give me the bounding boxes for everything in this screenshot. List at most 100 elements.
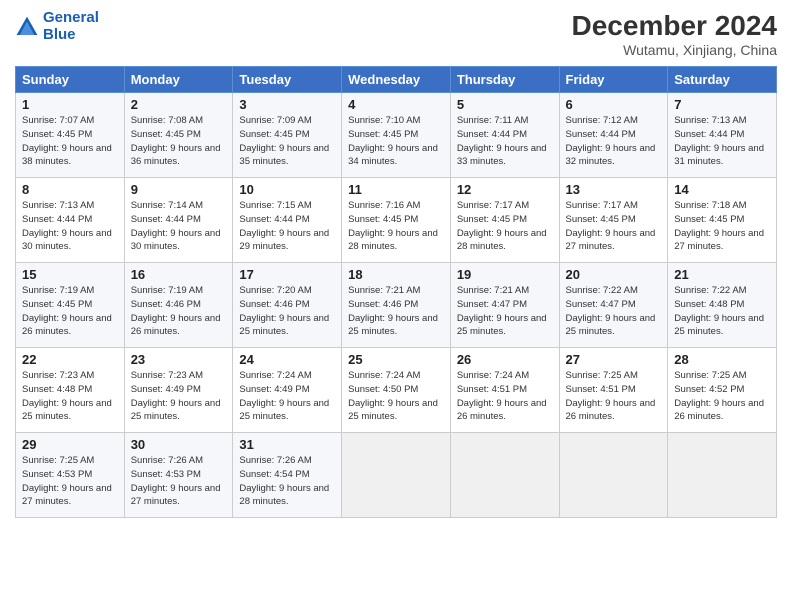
- day-detail: Sunrise: 7:11 AMSunset: 4:44 PMDaylight:…: [457, 114, 553, 169]
- calendar-cell: 18 Sunrise: 7:21 AMSunset: 4:46 PMDayligh…: [342, 263, 451, 348]
- calendar-table: SundayMondayTuesdayWednesdayThursdayFrid…: [15, 66, 777, 518]
- weekday-header: Sunday: [16, 67, 125, 93]
- header: General Blue December 2024 Wutamu, Xinji…: [15, 10, 777, 58]
- day-detail: Sunrise: 7:21 AMSunset: 4:46 PMDaylight:…: [348, 284, 444, 339]
- day-number: 30: [131, 437, 227, 452]
- day-number: 19: [457, 267, 553, 282]
- day-detail: Sunrise: 7:22 AMSunset: 4:47 PMDaylight:…: [566, 284, 662, 339]
- calendar-cell: 29 Sunrise: 7:25 AMSunset: 4:53 PMDayligh…: [16, 433, 125, 518]
- day-detail: Sunrise: 7:22 AMSunset: 4:48 PMDaylight:…: [674, 284, 770, 339]
- day-number: 25: [348, 352, 444, 367]
- calendar-cell: 12 Sunrise: 7:17 AMSunset: 4:45 PMDayligh…: [450, 178, 559, 263]
- calendar-cell: 3 Sunrise: 7:09 AMSunset: 4:45 PMDaylight…: [233, 93, 342, 178]
- day-number: 15: [22, 267, 118, 282]
- day-number: 1: [22, 97, 118, 112]
- day-detail: Sunrise: 7:24 AMSunset: 4:50 PMDaylight:…: [348, 369, 444, 424]
- day-detail: Sunrise: 7:19 AMSunset: 4:46 PMDaylight:…: [131, 284, 227, 339]
- day-number: 18: [348, 267, 444, 282]
- calendar-cell: 7 Sunrise: 7:13 AMSunset: 4:44 PMDaylight…: [668, 93, 777, 178]
- day-number: 22: [22, 352, 118, 367]
- calendar-cell: 30 Sunrise: 7:26 AMSunset: 4:53 PMDayligh…: [124, 433, 233, 518]
- calendar-cell: 28 Sunrise: 7:25 AMSunset: 4:52 PMDayligh…: [668, 348, 777, 433]
- day-number: 2: [131, 97, 227, 112]
- calendar-cell: 2 Sunrise: 7:08 AMSunset: 4:45 PMDaylight…: [124, 93, 233, 178]
- day-detail: Sunrise: 7:19 AMSunset: 4:45 PMDaylight:…: [22, 284, 118, 339]
- day-number: 12: [457, 182, 553, 197]
- calendar-cell: 4 Sunrise: 7:10 AMSunset: 4:45 PMDaylight…: [342, 93, 451, 178]
- day-number: 5: [457, 97, 553, 112]
- day-detail: Sunrise: 7:10 AMSunset: 4:45 PMDaylight:…: [348, 114, 444, 169]
- calendar-cell: 1 Sunrise: 7:07 AMSunset: 4:45 PMDaylight…: [16, 93, 125, 178]
- day-detail: Sunrise: 7:20 AMSunset: 4:46 PMDaylight:…: [239, 284, 335, 339]
- calendar-cell: [668, 433, 777, 518]
- day-number: 4: [348, 97, 444, 112]
- calendar-cell: [342, 433, 451, 518]
- day-number: 21: [674, 267, 770, 282]
- logo-text: General Blue: [43, 10, 99, 43]
- calendar-cell: 20 Sunrise: 7:22 AMSunset: 4:47 PMDayligh…: [559, 263, 668, 348]
- day-number: 16: [131, 267, 227, 282]
- day-detail: Sunrise: 7:25 AMSunset: 4:51 PMDaylight:…: [566, 369, 662, 424]
- calendar-cell: 23Sunrise: 7:23 AMSunset: 4:49 PMDayligh…: [124, 348, 233, 433]
- calendar-week-row: 29 Sunrise: 7:25 AMSunset: 4:53 PMDayligh…: [16, 433, 777, 518]
- calendar-cell: 16 Sunrise: 7:19 AMSunset: 4:46 PMDayligh…: [124, 263, 233, 348]
- calendar-week-row: 15 Sunrise: 7:19 AMSunset: 4:45 PMDayligh…: [16, 263, 777, 348]
- day-detail: Sunrise: 7:15 AMSunset: 4:44 PMDaylight:…: [239, 199, 335, 254]
- calendar-cell: 25 Sunrise: 7:24 AMSunset: 4:50 PMDayligh…: [342, 348, 451, 433]
- day-number: 6: [566, 97, 662, 112]
- weekday-header: Saturday: [668, 67, 777, 93]
- location: Wutamu, Xinjiang, China: [572, 42, 777, 58]
- calendar-cell: 13Sunrise: 7:17 AMSunset: 4:45 PMDayligh…: [559, 178, 668, 263]
- day-detail: Sunrise: 7:24 AMSunset: 4:51 PMDaylight:…: [457, 369, 553, 424]
- day-detail: Sunrise: 7:13 AMSunset: 4:44 PMDaylight:…: [674, 114, 770, 169]
- day-detail: Sunrise: 7:18 AMSunset: 4:45 PMDaylight:…: [674, 199, 770, 254]
- day-detail: Sunrise: 7:08 AMSunset: 4:45 PMDaylight:…: [131, 114, 227, 169]
- day-number: 31: [239, 437, 335, 452]
- day-detail: Sunrise: 7:26 AMSunset: 4:53 PMDaylight:…: [131, 454, 227, 509]
- day-detail: Sunrise: 7:12 AMSunset: 4:44 PMDaylight:…: [566, 114, 662, 169]
- calendar-cell: 5 Sunrise: 7:11 AMSunset: 4:44 PMDaylight…: [450, 93, 559, 178]
- calendar-cell: 27 Sunrise: 7:25 AMSunset: 4:51 PMDayligh…: [559, 348, 668, 433]
- day-detail: Sunrise: 7:21 AMSunset: 4:47 PMDaylight:…: [457, 284, 553, 339]
- weekday-header: Monday: [124, 67, 233, 93]
- calendar-cell: 10 Sunrise: 7:15 AMSunset: 4:44 PMDayligh…: [233, 178, 342, 263]
- day-number: 7: [674, 97, 770, 112]
- weekday-header: Friday: [559, 67, 668, 93]
- day-number: 9: [131, 182, 227, 197]
- day-number: 3: [239, 97, 335, 112]
- calendar-cell: 17Sunrise: 7:20 AMSunset: 4:46 PMDayligh…: [233, 263, 342, 348]
- calendar-cell: 11 Sunrise: 7:16 AMSunset: 4:45 PMDayligh…: [342, 178, 451, 263]
- day-number: 28: [674, 352, 770, 367]
- day-number: 10: [239, 182, 335, 197]
- day-number: 14: [674, 182, 770, 197]
- weekday-header: Tuesday: [233, 67, 342, 93]
- day-detail: Sunrise: 7:25 AMSunset: 4:53 PMDaylight:…: [22, 454, 118, 509]
- calendar-cell: 8Sunrise: 7:13 AMSunset: 4:44 PMDaylight…: [16, 178, 125, 263]
- day-detail: Sunrise: 7:13 AMSunset: 4:44 PMDaylight:…: [22, 199, 118, 254]
- day-detail: Sunrise: 7:09 AMSunset: 4:45 PMDaylight:…: [239, 114, 335, 169]
- title-area: December 2024 Wutamu, Xinjiang, China: [572, 10, 777, 58]
- day-number: 26: [457, 352, 553, 367]
- calendar-cell: [450, 433, 559, 518]
- day-number: 13: [566, 182, 662, 197]
- day-detail: Sunrise: 7:23 AMSunset: 4:49 PMDaylight:…: [131, 369, 227, 424]
- day-number: 20: [566, 267, 662, 282]
- logo-icon: [15, 15, 39, 39]
- day-detail: Sunrise: 7:07 AMSunset: 4:45 PMDaylight:…: [22, 114, 118, 169]
- day-number: 29: [22, 437, 118, 452]
- calendar-cell: 22 Sunrise: 7:23 AMSunset: 4:48 PMDayligh…: [16, 348, 125, 433]
- calendar-cell: 19 Sunrise: 7:21 AMSunset: 4:47 PMDayligh…: [450, 263, 559, 348]
- weekday-header: Thursday: [450, 67, 559, 93]
- day-detail: Sunrise: 7:17 AMSunset: 4:45 PMDaylight:…: [457, 199, 553, 254]
- calendar-week-row: 8Sunrise: 7:13 AMSunset: 4:44 PMDaylight…: [16, 178, 777, 263]
- day-number: 11: [348, 182, 444, 197]
- day-number: 24: [239, 352, 335, 367]
- day-detail: Sunrise: 7:25 AMSunset: 4:52 PMDaylight:…: [674, 369, 770, 424]
- day-number: 27: [566, 352, 662, 367]
- day-detail: Sunrise: 7:24 AMSunset: 4:49 PMDaylight:…: [239, 369, 335, 424]
- calendar-cell: 14 Sunrise: 7:18 AMSunset: 4:45 PMDayligh…: [668, 178, 777, 263]
- month-title: December 2024: [572, 10, 777, 42]
- day-detail: Sunrise: 7:16 AMSunset: 4:45 PMDaylight:…: [348, 199, 444, 254]
- calendar-cell: 15 Sunrise: 7:19 AMSunset: 4:45 PMDayligh…: [16, 263, 125, 348]
- day-detail: Sunrise: 7:23 AMSunset: 4:48 PMDaylight:…: [22, 369, 118, 424]
